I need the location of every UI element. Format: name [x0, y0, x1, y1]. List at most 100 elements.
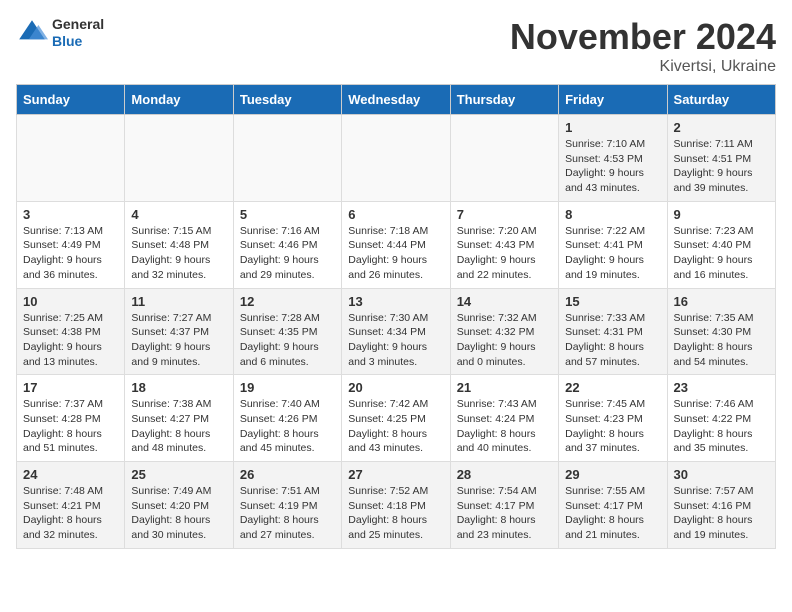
- calendar-cell: 28Sunrise: 7:54 AM Sunset: 4:17 PM Dayli…: [450, 462, 558, 549]
- calendar-cell: [233, 115, 341, 202]
- day-info: Sunrise: 7:33 AM Sunset: 4:31 PM Dayligh…: [565, 311, 660, 370]
- weekday-header: Sunday: [17, 85, 125, 115]
- day-number: 18: [131, 380, 226, 395]
- calendar-cell: 11 Sunrise: 7:27 AM Sunset: 4:37 PM Dayli…: [125, 288, 233, 375]
- day-number: 2: [674, 120, 769, 135]
- calendar-cell: 20 Sunrise: 7:42 AM Sunset: 4:25 PM Dayli…: [342, 375, 450, 462]
- calendar-week-row: 1 Sunrise: 7:10 AM Sunset: 4:53 PM Daylig…: [17, 115, 776, 202]
- month-title: November 2024: [510, 16, 776, 58]
- day-info: Sunrise: 7:45 AM Sunset: 4:23 PM Dayligh…: [565, 397, 660, 456]
- calendar-cell: 23 Sunrise: 7:46 AM Sunset: 4:22 PM Dayli…: [667, 375, 775, 462]
- day-info: Sunrise: 7:37 AM Sunset: 4:28 PM Dayligh…: [23, 397, 118, 456]
- title-section: November 2024 Kivertsi, Ukraine: [510, 16, 776, 76]
- page-header: General Blue November 2024 Kivertsi, Ukr…: [16, 16, 776, 76]
- calendar-cell: 5 Sunrise: 7:16 AM Sunset: 4:46 PM Daylig…: [233, 201, 341, 288]
- logo: General Blue: [16, 16, 104, 50]
- day-number: 9: [674, 207, 769, 222]
- calendar-week-row: 10Sunrise: 7:25 AM Sunset: 4:38 PM Dayli…: [17, 288, 776, 375]
- day-info: Sunrise: 7:11 AM Sunset: 4:51 PM Dayligh…: [674, 137, 769, 196]
- calendar-cell: 24 Sunrise: 7:48 AM Sunset: 4:21 PM Dayli…: [17, 462, 125, 549]
- day-number: 6: [348, 207, 443, 222]
- day-number: 4: [131, 207, 226, 222]
- weekday-header: Monday: [125, 85, 233, 115]
- day-number: 27: [348, 467, 443, 482]
- day-info: Sunrise: 7:43 AM Sunset: 4:24 PM Dayligh…: [457, 397, 552, 456]
- weekday-header: Tuesday: [233, 85, 341, 115]
- day-number: 7: [457, 207, 552, 222]
- day-info: Sunrise: 7:28 AM Sunset: 4:35 PM Dayligh…: [240, 311, 335, 370]
- calendar-cell: 29Sunrise: 7:55 AM Sunset: 4:17 PM Dayli…: [559, 462, 667, 549]
- calendar-week-row: 17 Sunrise: 7:37 AM Sunset: 4:28 PM Dayli…: [17, 375, 776, 462]
- day-number: 3: [23, 207, 118, 222]
- day-number: 21: [457, 380, 552, 395]
- day-number: 25: [131, 467, 226, 482]
- logo-text: General Blue: [52, 16, 104, 50]
- day-info: Sunrise: 7:51 AM Sunset: 4:19 PM Dayligh…: [240, 484, 335, 543]
- day-info: Sunrise: 7:52 AM Sunset: 4:18 PM Dayligh…: [348, 484, 443, 543]
- calendar-cell: 19 Sunrise: 7:40 AM Sunset: 4:26 PM Dayli…: [233, 375, 341, 462]
- day-info: Sunrise: 7:27 AM Sunset: 4:37 PM Dayligh…: [131, 311, 226, 370]
- day-info: Sunrise: 7:40 AM Sunset: 4:26 PM Dayligh…: [240, 397, 335, 456]
- day-number: 22: [565, 380, 660, 395]
- calendar-cell: 3Sunrise: 7:13 AM Sunset: 4:49 PM Daylig…: [17, 201, 125, 288]
- day-info: Sunrise: 7:42 AM Sunset: 4:25 PM Dayligh…: [348, 397, 443, 456]
- day-info: Sunrise: 7:10 AM Sunset: 4:53 PM Dayligh…: [565, 137, 660, 196]
- day-number: 28: [457, 467, 552, 482]
- day-number: 23: [674, 380, 769, 395]
- calendar-cell: 13 Sunrise: 7:30 AM Sunset: 4:34 PM Dayli…: [342, 288, 450, 375]
- day-info: Sunrise: 7:30 AM Sunset: 4:34 PM Dayligh…: [348, 311, 443, 370]
- calendar-cell: 22 Sunrise: 7:45 AM Sunset: 4:23 PM Dayli…: [559, 375, 667, 462]
- day-number: 17: [23, 380, 118, 395]
- calendar-cell: 12Sunrise: 7:28 AM Sunset: 4:35 PM Dayli…: [233, 288, 341, 375]
- calendar-table: SundayMondayTuesdayWednesdayThursdayFrid…: [16, 84, 776, 549]
- calendar-cell: 1 Sunrise: 7:10 AM Sunset: 4:53 PM Daylig…: [559, 115, 667, 202]
- calendar-cell: 10Sunrise: 7:25 AM Sunset: 4:38 PM Dayli…: [17, 288, 125, 375]
- day-info: Sunrise: 7:16 AM Sunset: 4:46 PM Dayligh…: [240, 224, 335, 283]
- day-number: 20: [348, 380, 443, 395]
- day-info: Sunrise: 7:35 AM Sunset: 4:30 PM Dayligh…: [674, 311, 769, 370]
- day-number: 19: [240, 380, 335, 395]
- day-info: Sunrise: 7:38 AM Sunset: 4:27 PM Dayligh…: [131, 397, 226, 456]
- calendar-cell: 2 Sunrise: 7:11 AM Sunset: 4:51 PM Daylig…: [667, 115, 775, 202]
- calendar-week-row: 3Sunrise: 7:13 AM Sunset: 4:49 PM Daylig…: [17, 201, 776, 288]
- calendar-cell: 4Sunrise: 7:15 AM Sunset: 4:48 PM Daylig…: [125, 201, 233, 288]
- day-info: Sunrise: 7:48 AM Sunset: 4:21 PM Dayligh…: [23, 484, 118, 543]
- calendar-cell: [450, 115, 558, 202]
- day-number: 11: [131, 294, 226, 309]
- calendar-cell: [125, 115, 233, 202]
- weekday-header: Thursday: [450, 85, 558, 115]
- calendar-cell: [17, 115, 125, 202]
- day-info: Sunrise: 7:23 AM Sunset: 4:40 PM Dayligh…: [674, 224, 769, 283]
- calendar-week-row: 24 Sunrise: 7:48 AM Sunset: 4:21 PM Dayli…: [17, 462, 776, 549]
- day-number: 14: [457, 294, 552, 309]
- calendar-cell: 6Sunrise: 7:18 AM Sunset: 4:44 PM Daylig…: [342, 201, 450, 288]
- day-number: 16: [674, 294, 769, 309]
- day-info: Sunrise: 7:46 AM Sunset: 4:22 PM Dayligh…: [674, 397, 769, 456]
- day-number: 5: [240, 207, 335, 222]
- calendar-cell: 26Sunrise: 7:51 AM Sunset: 4:19 PM Dayli…: [233, 462, 341, 549]
- day-number: 29: [565, 467, 660, 482]
- weekday-header: Friday: [559, 85, 667, 115]
- day-number: 15: [565, 294, 660, 309]
- calendar-cell: 25Sunrise: 7:49 AM Sunset: 4:20 PM Dayli…: [125, 462, 233, 549]
- day-number: 1: [565, 120, 660, 135]
- day-number: 13: [348, 294, 443, 309]
- day-number: 30: [674, 467, 769, 482]
- calendar-cell: 16 Sunrise: 7:35 AM Sunset: 4:30 PM Dayli…: [667, 288, 775, 375]
- calendar-cell: 17 Sunrise: 7:37 AM Sunset: 4:28 PM Dayli…: [17, 375, 125, 462]
- day-number: 10: [23, 294, 118, 309]
- day-info: Sunrise: 7:20 AM Sunset: 4:43 PM Dayligh…: [457, 224, 552, 283]
- calendar-cell: 14 Sunrise: 7:32 AM Sunset: 4:32 PM Dayli…: [450, 288, 558, 375]
- logo-blue: Blue: [52, 33, 104, 50]
- day-number: 24: [23, 467, 118, 482]
- logo-general: General: [52, 16, 104, 33]
- day-info: Sunrise: 7:32 AM Sunset: 4:32 PM Dayligh…: [457, 311, 552, 370]
- calendar-cell: 18 Sunrise: 7:38 AM Sunset: 4:27 PM Dayli…: [125, 375, 233, 462]
- calendar-cell: 8Sunrise: 7:22 AM Sunset: 4:41 PM Daylig…: [559, 201, 667, 288]
- calendar-cell: 30 Sunrise: 7:57 AM Sunset: 4:16 PM Dayli…: [667, 462, 775, 549]
- day-info: Sunrise: 7:57 AM Sunset: 4:16 PM Dayligh…: [674, 484, 769, 543]
- weekday-header: Saturday: [667, 85, 775, 115]
- day-number: 8: [565, 207, 660, 222]
- calendar-header-row: SundayMondayTuesdayWednesdayThursdayFrid…: [17, 85, 776, 115]
- logo-icon: [16, 17, 48, 49]
